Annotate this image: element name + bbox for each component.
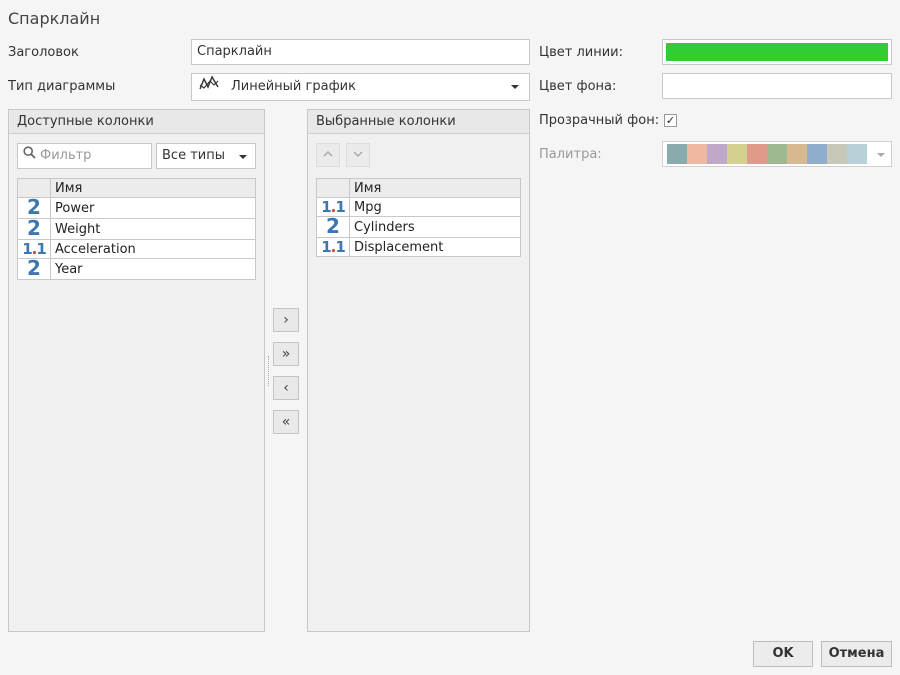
- column-name: Cylinders: [349, 216, 521, 238]
- remove-column-button[interactable]: ‹: [273, 376, 299, 400]
- line-color-picker[interactable]: [662, 39, 892, 65]
- available-columns-table: Имя 2 Power 2 Weight 1.1 Acceleration 2 Year: [17, 178, 256, 280]
- add-all-columns-button[interactable]: »: [273, 342, 299, 366]
- chevron-down-icon: [239, 155, 247, 159]
- search-icon: [23, 144, 36, 168]
- table-row[interactable]: 2 Cylinders: [316, 214, 521, 238]
- palette-swatches: [667, 144, 867, 168]
- transparent-checkbox[interactable]: ✓: [664, 114, 677, 127]
- chevron-up-icon: [323, 150, 333, 157]
- palette-swatch: [687, 144, 707, 164]
- column-name: Acceleration: [50, 239, 256, 259]
- line-color-swatch: [666, 43, 888, 61]
- palette-swatch: [667, 144, 687, 164]
- chart-type-select[interactable]: Линейный график: [191, 73, 530, 101]
- chevron-down-icon: [877, 153, 885, 157]
- column-name: Year: [50, 258, 256, 280]
- palette-swatch: [787, 144, 807, 164]
- title-label: Заголовок: [8, 45, 79, 60]
- filter-input[interactable]: Фильтр: [17, 143, 152, 169]
- move-down-button[interactable]: [346, 143, 370, 167]
- table-row[interactable]: 1.1 Mpg: [316, 197, 521, 217]
- ok-button[interactable]: OK: [753, 641, 813, 667]
- column-name: Weight: [50, 218, 256, 240]
- bg-color-picker[interactable]: [662, 73, 892, 99]
- add-column-button[interactable]: ›: [273, 308, 299, 332]
- palette-swatch: [727, 144, 747, 164]
- type-column-header: [316, 178, 350, 198]
- decimal-type-icon: 1.1: [321, 238, 346, 256]
- line-chart-icon: [199, 74, 221, 100]
- title-input[interactable]: Спарклайн: [191, 39, 530, 65]
- move-up-button[interactable]: [316, 143, 340, 167]
- name-column-header[interactable]: Имя: [50, 178, 256, 198]
- palette-swatch: [707, 144, 727, 164]
- integer-type-icon: 2: [27, 256, 41, 280]
- table-row[interactable]: 1.1 Acceleration: [17, 239, 256, 259]
- table-row[interactable]: 2 Weight: [17, 216, 256, 240]
- integer-type-icon: 2: [326, 214, 340, 238]
- integer-type-icon: 2: [27, 216, 41, 240]
- table-row[interactable]: 1.1 Displacement: [316, 237, 521, 257]
- cancel-button[interactable]: Отмена: [821, 641, 892, 667]
- table-row[interactable]: 2 Power: [17, 197, 256, 219]
- splitter-handle[interactable]: [268, 356, 270, 386]
- selected-columns-table: Имя 1.1 Mpg 2 Cylinders 1.1 Displacement: [316, 178, 521, 257]
- type-filter-value: Все типы: [162, 148, 225, 163]
- transparent-label: Прозрачный фон:: [539, 113, 660, 128]
- table-row[interactable]: 2 Year: [17, 256, 256, 280]
- palette-label: Палитра:: [539, 147, 602, 162]
- column-name: Mpg: [349, 197, 521, 217]
- palette-swatch: [807, 144, 827, 164]
- line-color-label: Цвет линии:: [539, 45, 623, 60]
- filter-placeholder: Фильтр: [40, 148, 92, 163]
- name-column-header[interactable]: Имя: [349, 178, 521, 198]
- palette-select[interactable]: [662, 141, 892, 167]
- palette-swatch: [767, 144, 787, 164]
- column-name: Displacement: [349, 237, 521, 257]
- chart-type-value: Линейный график: [231, 79, 356, 94]
- palette-swatch: [747, 144, 767, 164]
- dialog-title: Спарклайн: [8, 9, 101, 28]
- palette-swatch: [827, 144, 847, 164]
- chevron-down-icon: [353, 151, 363, 158]
- type-filter-select[interactable]: Все типы: [156, 143, 256, 169]
- available-columns-header: Доступные колонки: [9, 110, 264, 134]
- remove-all-columns-button[interactable]: «: [273, 410, 299, 434]
- column-name: Power: [50, 197, 256, 219]
- selected-columns-header: Выбранные колонки: [308, 110, 529, 134]
- bg-color-label: Цвет фона:: [539, 79, 617, 94]
- palette-swatch: [847, 144, 867, 164]
- chevron-down-icon: [511, 85, 519, 89]
- chart-type-label: Тип диаграммы: [8, 79, 116, 94]
